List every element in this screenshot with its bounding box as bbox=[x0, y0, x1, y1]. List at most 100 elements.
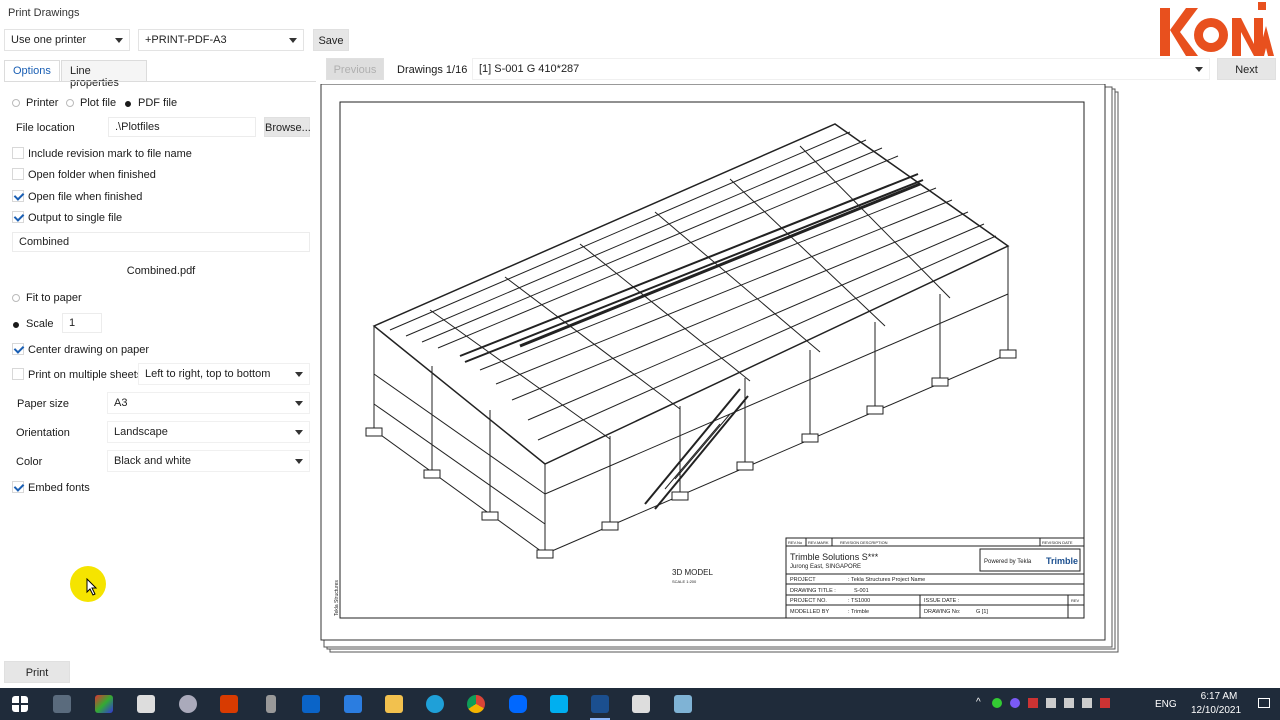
clock-date[interactable]: 12/10/2021 bbox=[1184, 705, 1248, 716]
chevron-down-icon bbox=[295, 401, 303, 406]
single-file-checkbox[interactable]: Output to single file bbox=[12, 211, 122, 224]
viber-icon[interactable] bbox=[1010, 698, 1020, 708]
drawing-preview: 3D MODEL SCALE 1:200 Tekla Structures RE… bbox=[320, 84, 1119, 653]
company-address: Jurong East, SINGAPORE bbox=[790, 564, 861, 570]
tekla-icon[interactable] bbox=[591, 695, 609, 713]
status-icon[interactable] bbox=[992, 698, 1002, 708]
orientation-label: Orientation bbox=[16, 427, 70, 439]
tray-icons[interactable] bbox=[992, 698, 1142, 710]
center-drawing-checkbox[interactable]: Center drawing on paper bbox=[12, 343, 149, 356]
tab-options[interactable]: Options bbox=[4, 60, 60, 82]
output-pdf-radio[interactable]: PDF file bbox=[124, 97, 177, 109]
open-file-checkbox[interactable]: Open file when finished bbox=[12, 190, 142, 203]
modelled-by-value: : Trimble bbox=[848, 609, 869, 615]
file-location-input[interactable]: .\Plotfiles bbox=[108, 117, 256, 137]
clock-time[interactable]: 6:17 AM bbox=[1190, 691, 1248, 702]
include-revision-checkbox[interactable]: Include revision mark to file name bbox=[12, 147, 192, 160]
paper-size-select[interactable]: A3 bbox=[107, 392, 310, 414]
zalo-icon[interactable] bbox=[509, 695, 527, 713]
output-printer-radio[interactable]: Printer bbox=[12, 97, 58, 109]
drawing-no-label: DRAWING No: bbox=[924, 609, 961, 615]
save-button[interactable]: Save bbox=[313, 29, 349, 51]
chevron-down-icon bbox=[295, 372, 303, 377]
multiple-sheets-label: Print on multiple sheets bbox=[28, 369, 143, 381]
color-picker-icon[interactable] bbox=[95, 695, 113, 713]
skype-icon[interactable] bbox=[550, 695, 568, 713]
project-value: : Tekla Structures Project Name bbox=[848, 577, 925, 583]
open-folder-label: Open folder when finished bbox=[28, 169, 156, 181]
open-file-label: Open file when finished bbox=[28, 191, 143, 203]
drawing-title-label: DRAWING TITLE : bbox=[790, 588, 836, 594]
sheet-order-value: Left to right, top to bottom bbox=[145, 368, 271, 380]
combined-name-input[interactable]: Combined bbox=[12, 232, 310, 252]
tekla-model-icon[interactable] bbox=[674, 695, 692, 713]
fit-to-paper-radio[interactable]: Fit to paper bbox=[12, 292, 82, 304]
powered-by-text: Powered by Tekla bbox=[984, 559, 1032, 565]
company-name: Trimble Solutions S*** bbox=[790, 552, 879, 562]
battery-icon[interactable] bbox=[1100, 698, 1110, 708]
title-bar: Print Drawings bbox=[0, 0, 1280, 26]
radio-icon bbox=[12, 294, 20, 302]
radio-icon bbox=[66, 99, 74, 107]
drawing-select[interactable]: [1] S-001 G 410*287 bbox=[472, 58, 1210, 80]
printer-mode-select[interactable]: Use one printer bbox=[4, 29, 130, 51]
inkscape-icon[interactable] bbox=[632, 695, 650, 713]
include-revision-label: Include revision mark to file name bbox=[28, 148, 192, 160]
view-label: 3D MODEL bbox=[672, 568, 713, 577]
outlook-icon[interactable] bbox=[302, 695, 320, 713]
tab-line-properties[interactable]: Line properties bbox=[61, 60, 147, 89]
sync-icon[interactable] bbox=[1082, 698, 1092, 708]
multiple-sheets-checkbox[interactable]: Print on multiple sheets bbox=[12, 368, 142, 381]
output-plot-radio[interactable]: Plot file bbox=[66, 97, 116, 109]
office-icon[interactable] bbox=[220, 695, 238, 713]
paper-size-value: A3 bbox=[114, 397, 128, 409]
checkmark-icon bbox=[12, 190, 24, 202]
next-button[interactable]: Next bbox=[1217, 58, 1276, 80]
scale-radio[interactable]: Scale bbox=[12, 318, 54, 330]
combined-file-preview: Combined.pdf bbox=[126, 265, 196, 277]
checkbox-icon bbox=[12, 168, 24, 180]
output-printer-label: Printer bbox=[26, 97, 59, 109]
scale-input[interactable]: 1 bbox=[62, 313, 102, 333]
network-icon[interactable] bbox=[179, 695, 197, 713]
calculator-icon[interactable] bbox=[53, 695, 71, 713]
sheet-order-select[interactable]: Left to right, top to bottom bbox=[138, 363, 310, 385]
chevron-down-icon bbox=[289, 38, 297, 43]
previous-button[interactable]: Previous bbox=[326, 58, 384, 80]
title-block: REV.No REV.MARK REVISION DESCRIPTION REV… bbox=[785, 537, 1085, 619]
chevron-down-icon bbox=[295, 459, 303, 464]
print-drawings-window: Print Drawings Use one printer +PRINT-PD… bbox=[0, 0, 1280, 688]
mouse-cursor-icon bbox=[86, 578, 98, 596]
windows-icon[interactable] bbox=[12, 696, 28, 712]
volume-icon[interactable] bbox=[1046, 698, 1056, 708]
notification-icon[interactable] bbox=[1258, 698, 1270, 708]
radio-selected-icon bbox=[125, 101, 131, 107]
open-folder-checkbox[interactable]: Open folder when finished bbox=[12, 168, 156, 181]
chrome-icon[interactable] bbox=[467, 695, 485, 713]
language-indicator[interactable]: ENG bbox=[1155, 699, 1177, 710]
v-icon[interactable] bbox=[1028, 698, 1038, 708]
chevron-up-icon[interactable]: ^ bbox=[976, 697, 981, 708]
edge-icon[interactable] bbox=[426, 695, 444, 713]
modelled-by-label: MODELLED BY bbox=[790, 609, 829, 615]
folder-icon[interactable] bbox=[385, 695, 403, 713]
wifi-icon[interactable] bbox=[1064, 698, 1074, 708]
center-drawing-label: Center drawing on paper bbox=[28, 344, 150, 356]
print-button[interactable]: Print bbox=[4, 661, 70, 683]
todo-icon[interactable] bbox=[344, 695, 362, 713]
project-label: PROJECT bbox=[790, 577, 816, 583]
usb-icon[interactable] bbox=[266, 695, 276, 713]
printer-name-select[interactable]: +PRINT-PDF-A3 bbox=[138, 29, 304, 51]
scale-label: Scale bbox=[26, 318, 54, 330]
single-file-label: Output to single file bbox=[28, 212, 123, 224]
view-scale: SCALE 1:200 bbox=[672, 579, 697, 584]
output-pdf-label: PDF file bbox=[138, 97, 178, 109]
windows-taskbar: ^ ENG 6:17 AM 12/10/2021 bbox=[0, 688, 1280, 720]
rev-short-label: REV bbox=[1071, 598, 1080, 603]
color-select[interactable]: Black and white bbox=[107, 450, 310, 472]
fit-to-paper-label: Fit to paper bbox=[26, 292, 82, 304]
orientation-select[interactable]: Landscape bbox=[107, 421, 310, 443]
embed-fonts-checkbox[interactable]: Embed fonts bbox=[12, 481, 90, 494]
browse-button[interactable]: Browse... bbox=[264, 117, 311, 137]
snipping-icon[interactable] bbox=[137, 695, 155, 713]
